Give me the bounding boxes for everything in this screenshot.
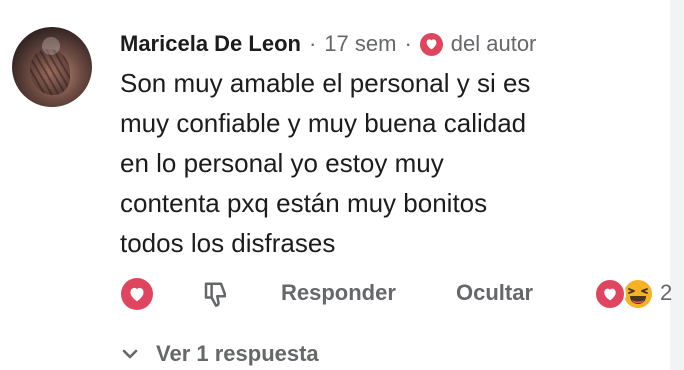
comment-line: contenta pxq están muy bonitos bbox=[120, 188, 488, 218]
comment-line: en lo personal yo estoy muy bbox=[120, 148, 444, 178]
avatar-photo-detail bbox=[30, 49, 70, 95]
comment-body: Son muy amable el personal y si es muy c… bbox=[120, 63, 640, 263]
heart-icon bbox=[130, 287, 144, 302]
avatar-photo-highlight bbox=[42, 37, 60, 55]
hide-button[interactable]: Ocultar bbox=[456, 280, 533, 306]
separator: · bbox=[308, 31, 317, 56]
thumbs-down-icon bbox=[204, 282, 226, 307]
chevron-down-icon bbox=[122, 349, 138, 359]
author-name[interactable]: Maricela De Leon bbox=[120, 31, 301, 57]
comment-line: muy confiable y muy buena calidad bbox=[120, 108, 527, 138]
reaction-count: 2 bbox=[660, 280, 673, 305]
comment-actions: Responder Ocultar 2 bbox=[0, 272, 684, 314]
laughing-emoji-icon bbox=[622, 278, 654, 310]
comment-line: todos los disfrases bbox=[120, 228, 336, 258]
reaction-summary[interactable]: 2 bbox=[594, 276, 684, 310]
like-button[interactable] bbox=[121, 278, 153, 310]
scrollbar-track bbox=[670, 0, 684, 370]
view-replies-button[interactable]: Ver 1 respuesta bbox=[120, 340, 319, 368]
author-liked-label: del autor bbox=[450, 31, 537, 56]
view-replies-label: Ver 1 respuesta bbox=[156, 341, 319, 366]
avatar[interactable] bbox=[12, 27, 92, 107]
comment-header: Maricela De Leon · 17 sem · del autor bbox=[120, 30, 536, 58]
heart-reaction-icon bbox=[594, 278, 626, 310]
comment-line: Son muy amable el personal y si es bbox=[120, 68, 531, 98]
heart-icon bbox=[419, 32, 443, 56]
comment-time[interactable]: 17 sem bbox=[324, 31, 396, 57]
separator: · bbox=[404, 31, 412, 56]
dislike-button[interactable] bbox=[199, 278, 233, 312]
reply-button[interactable]: Responder bbox=[281, 280, 396, 306]
